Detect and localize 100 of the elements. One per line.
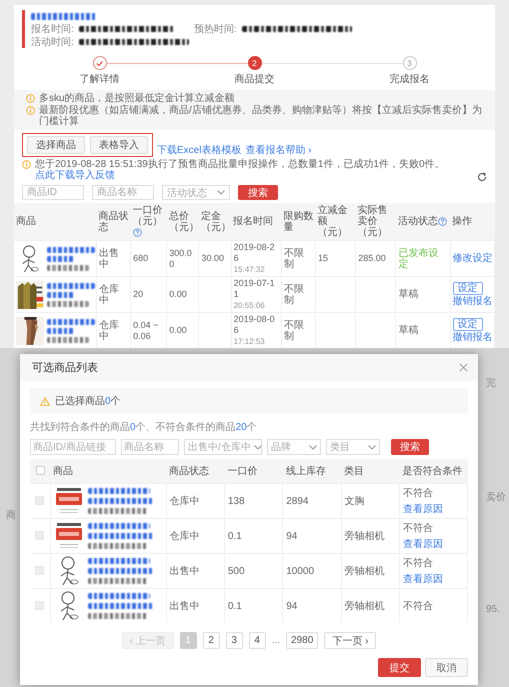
- blurred-text: [88, 498, 154, 504]
- info-icon: [26, 94, 35, 103]
- page-button[interactable]: 4: [248, 632, 266, 649]
- blurred-text: [88, 488, 150, 494]
- action-link[interactable]: 撤销报名: [452, 332, 493, 343]
- background-text: 商: [6, 508, 16, 522]
- blurred-text: [47, 256, 75, 262]
- status-select[interactable]: 活动状态: [162, 185, 230, 200]
- table-cell: 2019-08-06: [234, 314, 275, 335]
- action-link[interactable]: 撤销报名: [452, 296, 493, 307]
- table-cell: 出售中: [170, 566, 200, 577]
- blurred-text: [47, 264, 89, 270]
- table-cell: 10000: [286, 566, 314, 576]
- check-icon: [95, 58, 104, 68]
- table-cell-text: 不符合: [403, 487, 434, 500]
- help-link[interactable]: 查看报名帮助 ›: [245, 143, 312, 157]
- table-cell: 20: [133, 289, 144, 299]
- blurred-text: [88, 603, 154, 609]
- column-header: 线上库存: [282, 459, 342, 484]
- search-field[interactable]: 商品ID/商品链接: [30, 439, 116, 455]
- filter-select[interactable]: 出售中/仓库中: [184, 439, 262, 455]
- blurred-text: [47, 300, 89, 306]
- background-text: 95.: [486, 604, 500, 615]
- checkbox[interactable]: [36, 466, 44, 476]
- table-cell: 旁轴相机: [344, 531, 385, 542]
- table-cell: 2894: [286, 496, 308, 506]
- caret-icon: [254, 444, 262, 450]
- submit-button[interactable]: 提交: [378, 658, 421, 677]
- column-header: 限购数量: [281, 203, 316, 240]
- blurred-text: [88, 508, 148, 514]
- column-header: 一口价: [224, 459, 283, 484]
- page-button[interactable]: 2980: [286, 632, 318, 649]
- action-link[interactable]: 修改设定: [452, 253, 493, 264]
- help-link[interactable]: 下载Excel表格模板: [157, 143, 242, 157]
- cancel-button[interactable]: 取消: [425, 658, 468, 677]
- feedback-link[interactable]: 点此下载导入反馈: [35, 170, 115, 181]
- import-notice: 您于2019-08-28 15:51:39执行了预售商品批量申报操作，总数量1件，已成功1件，失败0件。 点此下载导入反馈: [35, 159, 446, 181]
- page-button[interactable]: 3: [226, 632, 243, 649]
- table-cell: 285.00: [358, 253, 386, 263]
- page-ellipsis: ...: [272, 635, 280, 646]
- set-button[interactable]: 设定: [452, 318, 483, 331]
- table-cell: 0.1: [228, 530, 242, 542]
- blurred-text: [88, 613, 148, 619]
- table-cell: 0.1: [228, 600, 242, 612]
- modal-title: 可选商品列表: [32, 360, 98, 375]
- alert-text: 已选择商品0个: [55, 394, 121, 408]
- page-button[interactable]: 2: [202, 632, 220, 649]
- table-cell: 94: [286, 530, 298, 542]
- step-label: 完成报名: [390, 72, 430, 86]
- blurred-text: [31, 12, 97, 20]
- action-button[interactable]: 选择商品: [27, 136, 85, 154]
- blurred-text: [47, 318, 95, 324]
- table-cell: 仓库中: [170, 496, 200, 507]
- table-cell: 出售中: [98, 248, 119, 270]
- table-cell: 15:47:32: [234, 265, 265, 274]
- column-header: 商品: [50, 459, 166, 484]
- search-field[interactable]: 商品名称: [121, 439, 179, 455]
- background-text: 完: [486, 376, 496, 390]
- help-icon[interactable]: [132, 228, 142, 237]
- set-button[interactable]: 设定: [452, 282, 483, 295]
- table-cell: 仓库中: [98, 320, 119, 342]
- table-cell: 680: [133, 253, 148, 263]
- table-cell: 17:12:53: [234, 337, 265, 346]
- warning-icon: [40, 396, 50, 406]
- column-header: 类目: [341, 459, 400, 484]
- action-button[interactable]: 表格导入: [90, 136, 148, 154]
- table-cell: 文胸: [344, 496, 365, 507]
- help-icon[interactable]: [438, 216, 447, 226]
- id-field[interactable]: 商品ID: [22, 185, 84, 200]
- column-header: 活动状态: [396, 203, 450, 240]
- table-cell: 94: [286, 600, 298, 612]
- table-cell: 不限制: [284, 284, 304, 306]
- next-page-button[interactable]: 下一页 ›: [324, 632, 376, 649]
- table-cell: 旁轴相机: [344, 601, 385, 612]
- status-text: 已发布设定: [398, 248, 438, 270]
- blurred-text: [88, 533, 154, 539]
- column-header: 立减金额（元）: [316, 203, 356, 240]
- notice-text: 多sku的商品，是按照最低定金计算立减金额: [39, 93, 235, 104]
- summary-text: 共找到符合条件的商品0个、不符合条件的商品20个: [30, 422, 257, 433]
- blurred-text: [88, 568, 154, 574]
- table-cell: 仓库中: [170, 531, 200, 542]
- blurred-text: [47, 282, 95, 288]
- table-cell: 旁轴相机: [344, 566, 385, 577]
- column-header: 实际售卖价（元）: [356, 203, 396, 240]
- name-field[interactable]: 商品名称: [92, 185, 154, 200]
- step-circle: 3: [402, 56, 416, 70]
- step-circle: 2: [248, 56, 262, 70]
- field-label: 预热时间:: [194, 22, 237, 36]
- column-header: 操作: [450, 203, 494, 240]
- table-cell: 300.00: [169, 248, 192, 268]
- close-icon[interactable]: [459, 363, 468, 372]
- column-header: 商品: [14, 203, 96, 240]
- search-button[interactable]: 搜索: [238, 185, 278, 200]
- blurred-text: [47, 328, 75, 334]
- filter-select[interactable]: 类目: [326, 439, 380, 455]
- refresh-icon[interactable]: [477, 172, 487, 182]
- search-button[interactable]: 搜索: [391, 439, 429, 455]
- filter-select[interactable]: 品牌: [267, 439, 321, 455]
- column-header: 总价（元）: [166, 203, 199, 240]
- table-cell: 2019-07-11: [234, 278, 275, 299]
